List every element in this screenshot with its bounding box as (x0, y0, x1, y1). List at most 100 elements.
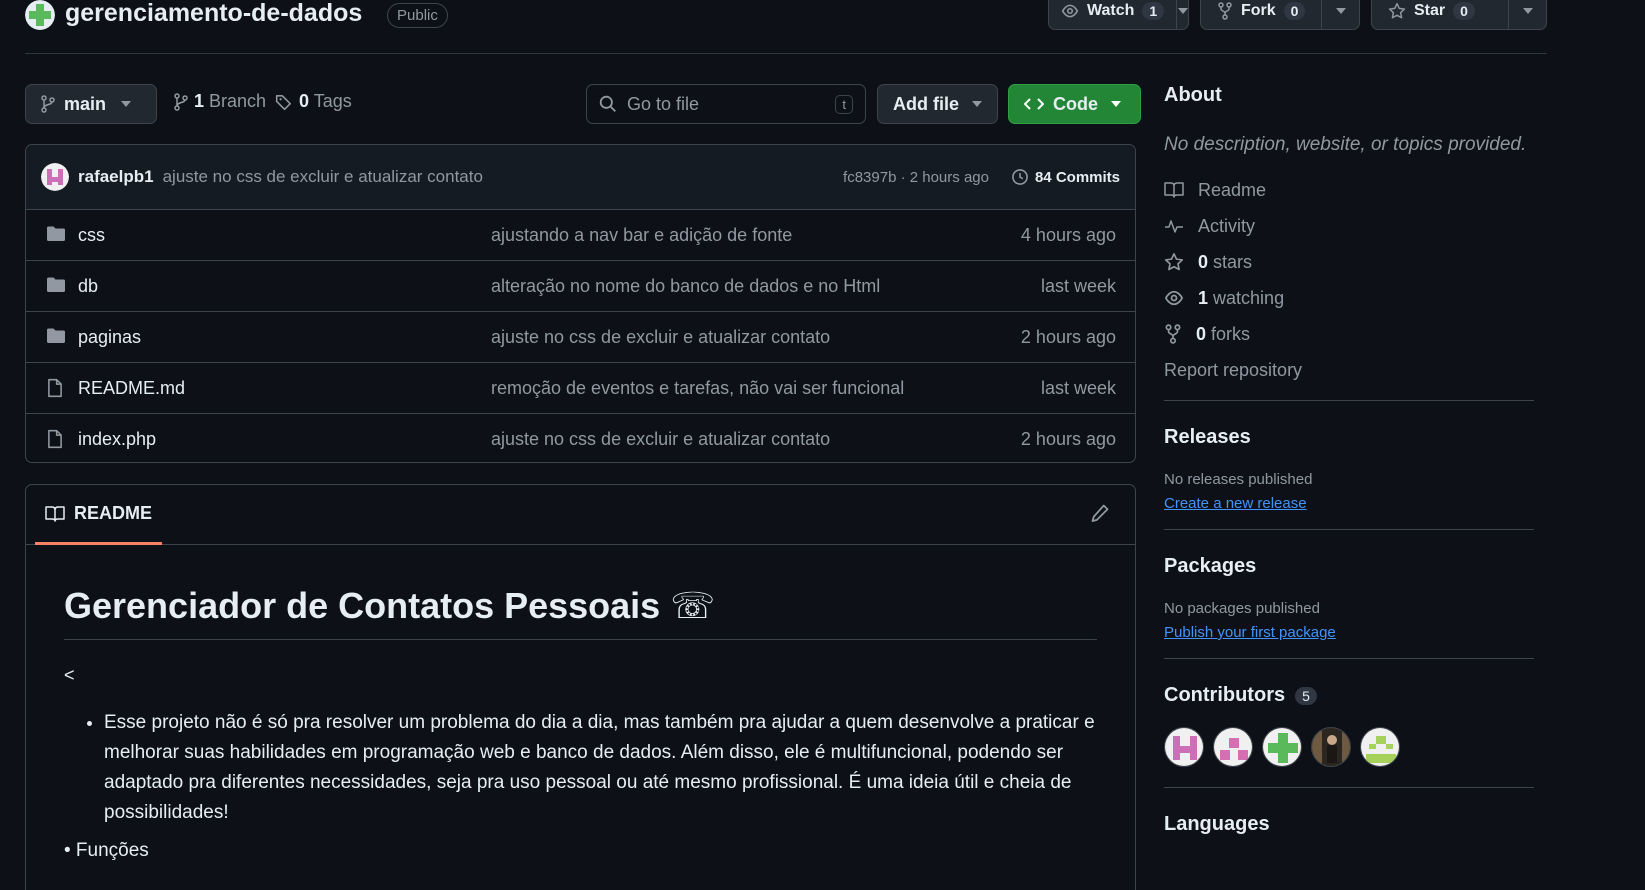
watch-button[interactable]: Watch 1 (1048, 0, 1189, 30)
languages-section: Languages (1164, 813, 1534, 836)
watch-label: Watch (1087, 2, 1135, 19)
stars-link[interactable]: 0 stars (1164, 244, 1534, 280)
watch-count: 1 (1142, 2, 1165, 20)
branches-link[interactable]: 1 Branch (174, 91, 266, 112)
keyboard-shortcut-hint: t (835, 94, 853, 114)
file-name[interactable]: index.php (78, 429, 156, 450)
search-placeholder: Go to file (627, 93, 700, 114)
file-row[interactable]: index.php ajuste no css de excluir e atua… (26, 414, 1135, 462)
go-to-file-search[interactable]: Go to file t (586, 84, 866, 124)
divider (1164, 658, 1534, 659)
readme-content: Gerenciador de Contatos Pessoais ☏ < Ess… (26, 545, 1135, 862)
releases-title[interactable]: Releases (1164, 426, 1534, 449)
folder-icon (46, 225, 66, 243)
contributor-avatar[interactable] (1164, 727, 1204, 767)
fork-button[interactable]: Fork 0 (1200, 0, 1360, 30)
create-release-link[interactable]: Create a new release (1164, 495, 1307, 512)
file-row[interactable]: css ajustando a nav bar e adição de fonte… (26, 210, 1135, 261)
repo-name[interactable]: gerenciamento-de-dados (65, 0, 362, 28)
about-description: No description, website, or topics provi… (1164, 134, 1527, 155)
branch-icon (41, 95, 55, 113)
file-commit-message[interactable]: ajustando a nav bar e adição de fonte (491, 225, 792, 246)
star-dropdown[interactable] (1508, 0, 1546, 29)
folder-icon (46, 327, 66, 345)
about-title: About (1164, 84, 1222, 106)
fork-dropdown[interactable] (1321, 0, 1359, 29)
caret-down-icon (1111, 101, 1121, 107)
readme-lt-line: < (64, 665, 75, 685)
repo-header: gerenciamento-de-dados Public Watch 1 Fo… (25, 0, 1547, 54)
branch-icon (174, 92, 188, 111)
commit-author[interactable]: rafaelpb1 (78, 167, 154, 187)
tab-readme[interactable]: README (35, 485, 163, 545)
activity-link-label: Activity (1198, 215, 1256, 236)
branch-count: 1 (194, 91, 205, 111)
packages-empty-text: No packages published (1164, 600, 1320, 617)
packages-section: Packages No packages published Publish y… (1164, 555, 1534, 642)
search-icon (599, 95, 617, 113)
branch-selector[interactable]: main (25, 84, 157, 124)
fork-icon (1217, 2, 1233, 20)
watching-count: 1 (1198, 287, 1209, 308)
tag-count: 0 (299, 91, 310, 111)
contributors-avatars (1164, 727, 1534, 767)
file-commit-time: last week (1040, 276, 1116, 296)
file-icon (46, 429, 64, 449)
file-row[interactable]: README.md remoção de eventos e tarefas, n… (26, 363, 1135, 414)
file-row[interactable]: paginas ajuste no css de excluir e atuali… (26, 312, 1135, 363)
file-name[interactable]: README.md (78, 378, 185, 399)
file-commit-message[interactable]: ajuste no css de excluir e atualizar con… (491, 429, 830, 450)
star-label: Star (1414, 2, 1446, 19)
file-commit-time: 2 hours ago (1020, 429, 1116, 449)
pencil-icon[interactable] (1090, 503, 1110, 523)
divider (1164, 400, 1534, 401)
file-name[interactable]: paginas (78, 327, 141, 348)
file-commit-time: last week (1040, 378, 1116, 398)
contributor-avatar[interactable] (1262, 727, 1302, 767)
file-row[interactable]: db alteração no nome do banco de dados e … (26, 261, 1135, 312)
fork-count: 0 (1283, 2, 1306, 20)
watching-link[interactable]: 1 watching (1164, 280, 1534, 316)
file-commit-message[interactable]: ajuste no css de excluir e atualizar con… (491, 327, 830, 348)
caret-down-icon (1335, 8, 1346, 14)
repo-owner-avatar[interactable] (25, 0, 55, 30)
commit-hash-time[interactable]: fc8397b · 2 hours ago (843, 169, 989, 186)
packages-title[interactable]: Packages (1164, 555, 1534, 578)
readme-link-label: Readme (1198, 179, 1267, 200)
readme-functions-line: • Funções (64, 840, 149, 861)
forks-link[interactable]: 0 forks (1164, 316, 1534, 352)
watch-dropdown[interactable] (1176, 0, 1188, 29)
publish-package-link[interactable]: Publish your first package (1164, 624, 1336, 641)
caret-down-icon (972, 101, 982, 107)
sidebar: About No description, website, or topics… (1164, 84, 1534, 836)
commits-count: 84 Commits (1034, 168, 1120, 186)
report-link-label: Report repository (1164, 359, 1303, 380)
add-file-button[interactable]: Add file (877, 84, 998, 124)
contributors-title[interactable]: Contributors (1164, 684, 1285, 707)
file-name[interactable]: css (78, 225, 105, 246)
file-commit-time: 4 hours ago (1020, 225, 1116, 245)
folder-icon (46, 276, 66, 294)
contributor-avatar[interactable] (1213, 727, 1253, 767)
commit-author-avatar[interactable] (41, 163, 69, 191)
file-commit-message[interactable]: alteração no nome do banco de dados e no… (491, 276, 880, 297)
readme-panel: README Gerenciador de Contatos Pessoais … (25, 484, 1136, 890)
code-button[interactable]: Code (1008, 84, 1141, 124)
commit-message[interactable]: ajuste no css de excluir e atualizar con… (163, 167, 483, 187)
visibility-badge: Public (387, 3, 448, 28)
star-button[interactable]: Star 0 (1371, 0, 1547, 30)
tags-link[interactable]: 0 Tags (275, 91, 352, 112)
file-name[interactable]: db (78, 276, 98, 297)
activity-link[interactable]: Activity (1164, 208, 1534, 244)
releases-section: Releases No releases published Create a … (1164, 426, 1534, 513)
eye-icon (1061, 2, 1079, 20)
star-icon (1164, 252, 1184, 272)
contributor-avatar[interactable] (1311, 727, 1351, 767)
commits-link[interactable]: 84 Commits (1011, 168, 1120, 186)
contributor-avatar[interactable] (1360, 727, 1400, 767)
report-repository-link[interactable]: Report repository (1164, 352, 1534, 388)
readme-link[interactable]: Readme (1164, 172, 1534, 208)
book-icon (1164, 181, 1184, 199)
file-icon (46, 378, 64, 398)
file-commit-message[interactable]: remoção de eventos e tarefas, não vai se… (491, 378, 904, 399)
